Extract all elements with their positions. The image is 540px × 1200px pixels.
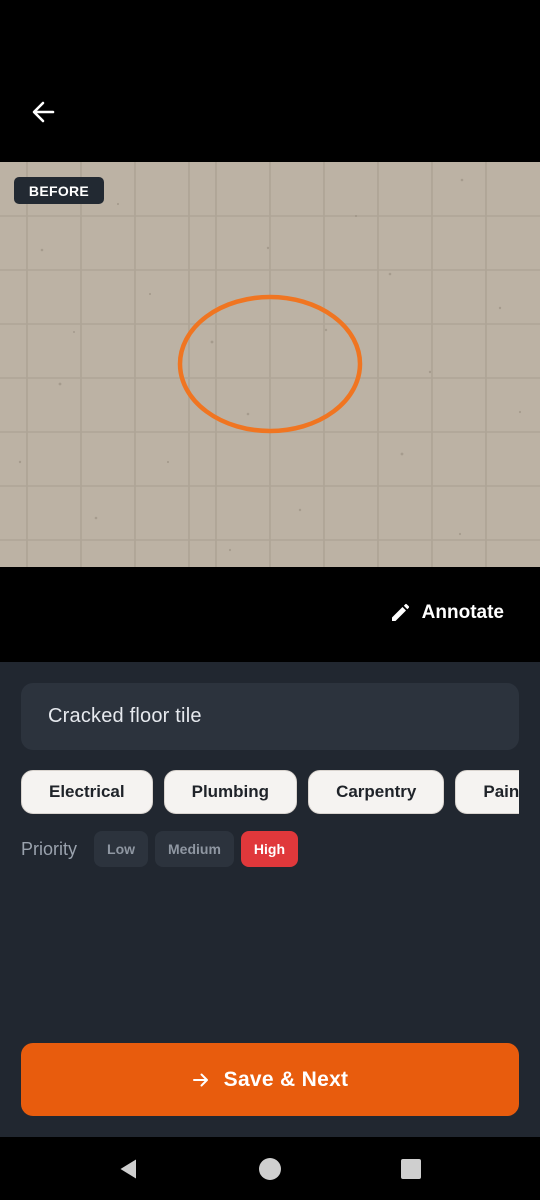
annotate-button[interactable]: Annotate [390,593,504,633]
annotate-label: Annotate [421,602,504,623]
defect-photo: BEFORE [0,162,540,567]
priority-low-button[interactable]: Low [94,831,149,867]
category-chip-painting[interactable]: Painting [455,770,519,814]
save-next-button[interactable]: Save & Next [21,1043,519,1116]
priority-label: Priority [21,838,78,859]
arrow-left-icon [32,101,55,123]
category-chip-list[interactable]: Electrical Plumbing Carpentry Painting [21,770,519,816]
category-chip-plumbing[interactable]: Plumbing [163,770,298,814]
circle-home-icon [259,1158,281,1180]
before-badge: BEFORE [14,177,104,204]
triangle-back-icon [120,1159,136,1179]
save-next-label: Save & Next [223,1067,349,1091]
top-app-bar [0,0,540,162]
back-button[interactable] [22,90,66,134]
details-panel: Cracked floor tile Electrical Plumbing C… [0,662,540,1137]
arrow-right-icon [192,1073,208,1086]
floor-tile-image [0,162,540,567]
description-field[interactable]: Cracked floor tile [21,683,519,750]
category-chip-carpentry[interactable]: Carpentry [308,770,445,814]
pencil-icon [391,603,409,621]
nav-back-button[interactable] [111,1151,147,1187]
nav-recents-button[interactable] [393,1151,429,1187]
category-chip-electrical[interactable]: Electrical [21,770,153,814]
priority-medium-button[interactable]: Medium [155,831,234,867]
system-nav-bar [0,1137,540,1200]
nav-home-button[interactable] [252,1151,288,1187]
priority-selector: Priority Low Medium High [21,830,299,868]
priority-high-button[interactable]: High [240,831,299,867]
square-recents-icon [401,1159,421,1179]
